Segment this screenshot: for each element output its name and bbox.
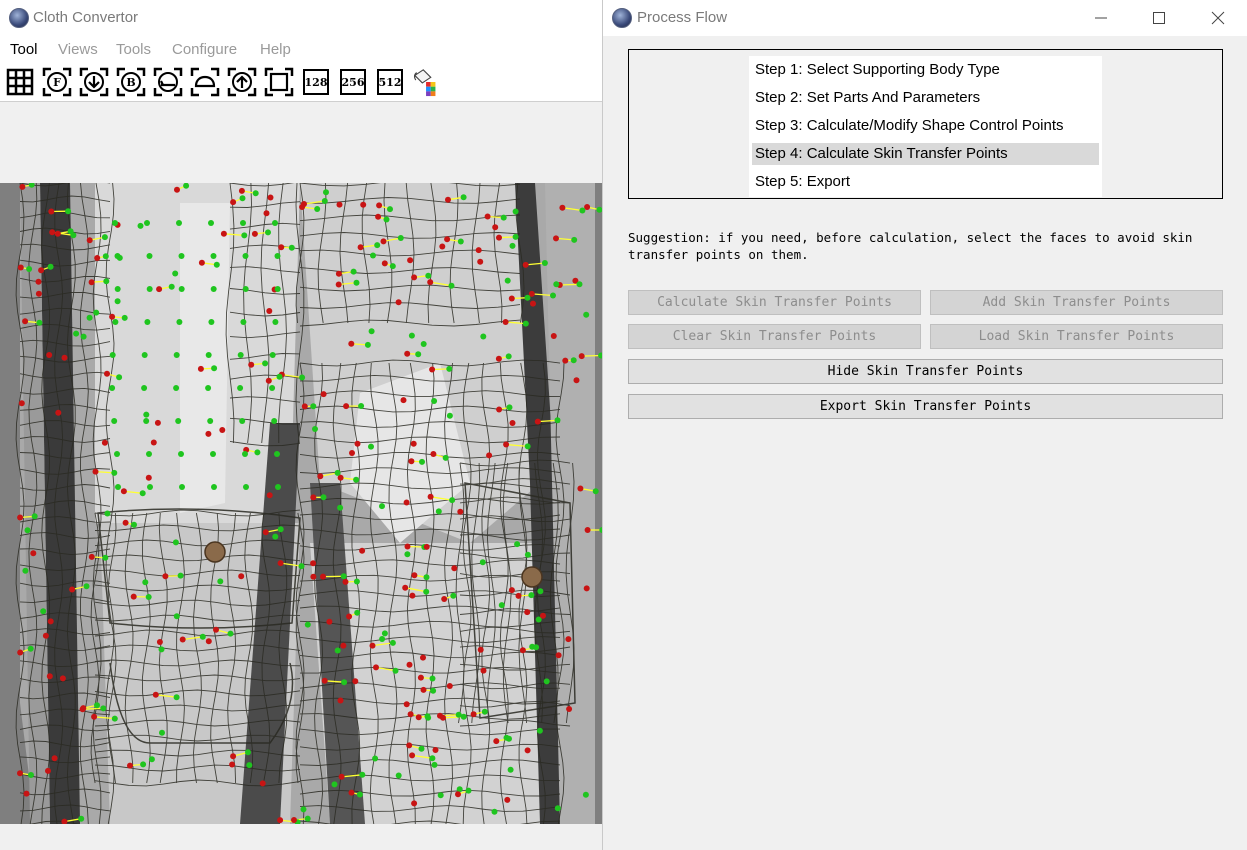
- 3d-viewport[interactable]: [0, 183, 602, 824]
- title-bar: Cloth Convertor: [0, 0, 602, 36]
- menu-tool[interactable]: Tool: [10, 41, 38, 58]
- title-bar: Process Flow: [603, 0, 1247, 36]
- step-3[interactable]: Step 3: Calculate/Modify Shape Control P…: [752, 115, 1099, 137]
- size-128-label: 128: [303, 69, 329, 95]
- clear-skin-transfer-points-button[interactable]: Clear Skin Transfer Points: [628, 324, 921, 349]
- fit-frame-icon[interactable]: [264, 67, 294, 97]
- window-title: Process Flow: [637, 9, 728, 26]
- download-view-icon[interactable]: [79, 67, 109, 97]
- hide-skin-transfer-points-button[interactable]: Hide Skin Transfer Points: [628, 359, 1223, 384]
- menu-views[interactable]: Views: [58, 41, 98, 58]
- suggestion-text: Suggestion: if you need, before calculat…: [628, 230, 1193, 262]
- left-view-icon[interactable]: [153, 67, 183, 97]
- size-256-icon[interactable]: 256: [338, 67, 368, 97]
- cloth-convertor-window: Cloth Convertor Tool Views Tools Configu…: [0, 0, 602, 850]
- steps-frame: Step 1: Select Supporting Body Type Step…: [628, 49, 1223, 199]
- app-icon: [9, 8, 29, 28]
- export-skin-transfer-points-button[interactable]: Export Skin Transfer Points: [628, 394, 1223, 419]
- grid-icon[interactable]: [5, 67, 35, 97]
- minimize-icon[interactable]: [1086, 6, 1116, 30]
- step-2[interactable]: Step 2: Set Parts And Parameters: [752, 87, 1099, 109]
- app-icon: [612, 8, 632, 28]
- upload-view-icon[interactable]: [227, 67, 257, 97]
- size-512-label: 512: [377, 69, 403, 95]
- window-title: Cloth Convertor: [33, 9, 139, 26]
- step-4[interactable]: Step 4: Calculate Skin Transfer Points: [752, 143, 1099, 165]
- front-view-icon[interactable]: F: [42, 67, 72, 97]
- front-letter: F: [53, 76, 61, 89]
- close-icon[interactable]: [1203, 6, 1233, 30]
- step-1[interactable]: Step 1: Select Supporting Body Type: [752, 59, 1099, 81]
- add-skin-transfer-points-button[interactable]: Add Skin Transfer Points: [930, 290, 1223, 315]
- back-view-icon[interactable]: B: [116, 67, 146, 97]
- back-letter: B: [126, 76, 135, 89]
- size-512-icon[interactable]: 512: [375, 67, 405, 97]
- menu-tools[interactable]: Tools: [116, 41, 151, 58]
- size-256-label: 256: [340, 69, 366, 95]
- cloud-view-icon[interactable]: [190, 67, 220, 97]
- step-5[interactable]: Step 5: Export: [752, 171, 1099, 193]
- process-flow-window: Process Flow Step 1: Select Supporting B…: [602, 0, 1247, 850]
- toolbar: F B 128 256 512: [0, 64, 602, 102]
- status-area: [0, 824, 602, 850]
- cloth-mesh-render: [15, 183, 602, 824]
- menu-bar: Tool Views Tools Configure Help: [0, 36, 602, 64]
- menu-help[interactable]: Help: [260, 41, 291, 58]
- maximize-icon[interactable]: [1144, 6, 1174, 30]
- size-128-icon[interactable]: 128: [301, 67, 331, 97]
- steps-list: Step 1: Select Supporting Body Type Step…: [749, 56, 1102, 197]
- color-fill-icon[interactable]: [412, 67, 442, 97]
- viewport-header-area: [0, 102, 602, 183]
- menu-configure[interactable]: Configure: [172, 41, 237, 58]
- calculate-skin-transfer-points-button[interactable]: Calculate Skin Transfer Points: [628, 290, 921, 315]
- load-skin-transfer-points-button[interactable]: Load Skin Transfer Points: [930, 324, 1223, 349]
